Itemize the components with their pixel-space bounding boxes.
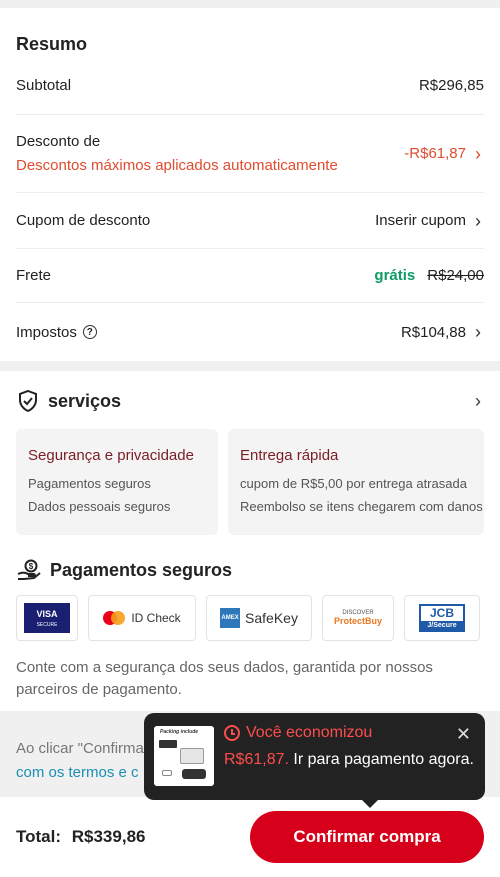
mastercard-id-check-logo: ID Check [88, 595, 196, 641]
chevron-right-icon: › [475, 322, 481, 342]
toast-cta-text: Ir para pagamento agora. [288, 751, 474, 768]
discount-note: Descontos máximos aplicados automaticame… [16, 157, 338, 174]
discount-value: -R$61,87 [404, 145, 466, 162]
terms-text: Ao clicar "Confirma [16, 740, 144, 757]
service-line: Dados pessoais seguros [28, 499, 171, 514]
taxes-label: Impostos [16, 323, 77, 341]
confirm-purchase-button[interactable]: Confirmar compra [250, 811, 484, 863]
section-divider [0, 361, 500, 371]
shipping-free-badge: grátis [374, 267, 416, 284]
payments-note: Conte com a segurança dos seus dados, ga… [16, 659, 433, 698]
coupon-label: Cupom de desconto [16, 212, 151, 229]
subtotal-row: Subtotal R$296,85 [16, 65, 484, 115]
services-title: serviços [48, 390, 122, 411]
toast-amount: R$61,87. [224, 751, 289, 768]
service-box-security: Segurança e privacidade Pagamentos segur… [16, 429, 218, 535]
service-line: Pagamentos seguros [28, 476, 151, 491]
coupon-action[interactable]: Inserir cupom [375, 212, 466, 229]
payments-title: Pagamentos seguros [50, 559, 233, 580]
help-icon[interactable]: ? [82, 325, 97, 339]
service-box-delivery: Entrega rápida cupom de R$5,00 por entre… [228, 429, 484, 535]
toast-headline: Você economizou [246, 724, 373, 741]
total-label: Total: [16, 827, 62, 846]
checkout-bar: Total: R$339,86 Confirmar compra [0, 797, 500, 877]
discount-label: Desconto de [16, 133, 101, 150]
discover-protectbuy-logo: DISCOVER ProtectBuy [322, 595, 394, 641]
terms-link[interactable]: com os termos e c [16, 764, 139, 781]
summary-title: Resumo [16, 34, 88, 54]
product-thumbnail: Packing include [154, 726, 214, 786]
amex-safekey-logo: AMEX SafeKey [206, 595, 312, 641]
total: Total: R$339,86 [16, 827, 145, 847]
subtotal-label: Subtotal [16, 77, 72, 94]
top-gap [0, 0, 500, 8]
savings-toast[interactable]: Packing include Você economizou R$61,87.… [144, 713, 485, 808]
summary-card: Resumo Subtotal R$296,85 Desconto de Des… [0, 8, 500, 361]
total-value: R$339,86 [71, 827, 146, 846]
toast-message: Você economizou R$61,87. Ir para pagamen… [224, 719, 475, 790]
services-section: serviços › Segurança e privacidade Pagam… [0, 371, 500, 551]
shield-check-icon [19, 389, 37, 413]
toast-pointer [362, 800, 378, 808]
service-box-title: Entrega rápida [240, 447, 339, 464]
payment-logos: VISA SECURE ID Check AMEX SafeKey DISCOVER… [16, 595, 484, 641]
shipping-row: Frete grátis R$24,00 [16, 249, 484, 303]
service-line: cupom de R$5,00 por entrega atrasada [240, 476, 467, 491]
visa-secure-logo: VISA SECURE [16, 595, 78, 641]
taxes-row[interactable]: Impostos ? R$104,88 › [16, 303, 484, 361]
amex-icon: AMEX [220, 608, 241, 628]
services-header[interactable]: serviços › [16, 389, 484, 413]
service-box-title: Segurança e privacidade [28, 447, 194, 464]
service-line: Reembolso se itens chegarem com danos [240, 499, 483, 514]
hand-money-icon: $ [17, 559, 41, 580]
shipping-old-price: R$24,00 [427, 267, 484, 284]
chevron-right-icon: › [475, 143, 481, 164]
close-icon[interactable]: ✕ [456, 725, 471, 743]
subtotal-value: R$296,85 [418, 77, 484, 94]
coupon-row[interactable]: Cupom de desconto Inserir cupom › [16, 193, 484, 249]
payments-section: $ Pagamentos seguros VISA SECURE ID Check… [0, 551, 500, 711]
shipping-label: Frete [16, 267, 52, 284]
chevron-right-icon[interactable]: › [472, 392, 484, 410]
chevron-right-icon: › [475, 210, 481, 231]
clock-icon [224, 724, 240, 741]
jcb-jsecure-logo: JCB J/Secure [404, 595, 480, 641]
discount-row[interactable]: Desconto de Descontos máximos aplicados … [16, 115, 484, 193]
svg-text:$: $ [29, 562, 34, 571]
taxes-value: R$104,88 [400, 323, 466, 341]
mastercard-icon [103, 611, 126, 625]
